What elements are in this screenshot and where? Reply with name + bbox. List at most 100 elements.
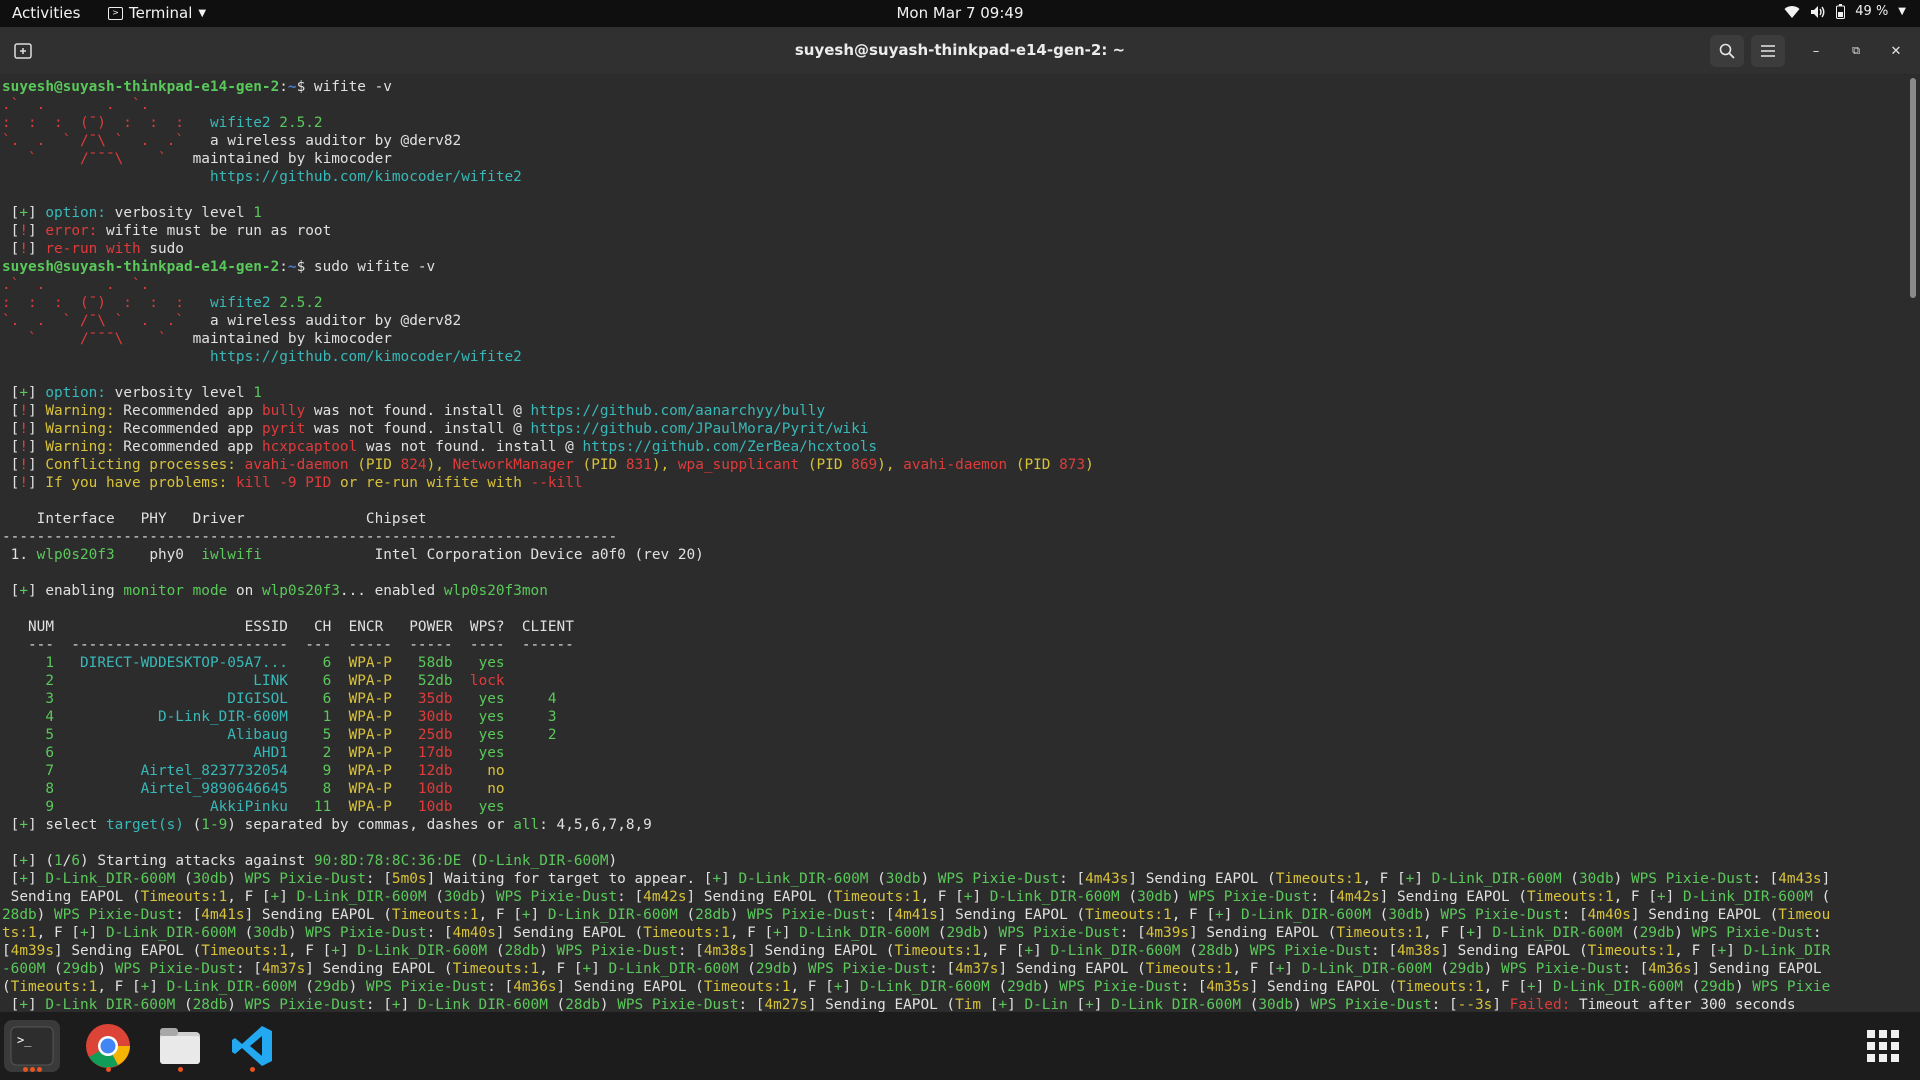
menu-button[interactable] (1751, 35, 1785, 67)
iface-name: wlp0s20f3 (36, 547, 115, 563)
target-client: 3 (521, 709, 557, 725)
hamburger-icon (1761, 45, 1775, 57)
target-client (522, 655, 557, 671)
target-wps: yes (469, 745, 505, 761)
dock-terminal[interactable]: >_ (4, 1020, 60, 1072)
iface-chipset: Intel Corporation Device a0f0 (rev 20) (374, 547, 704, 563)
target-ch: 9 (305, 763, 332, 779)
target-ch: 2 (305, 745, 332, 761)
target-encr: WPA-P (348, 709, 392, 725)
maximize-button[interactable]: ⧉ (1846, 41, 1866, 61)
targets-col-header: NUM (28, 619, 54, 635)
attack-mac: 90:8D:78:8C:36:DE (313, 853, 462, 869)
banner-name: wifite2 (209, 295, 271, 311)
search-button[interactable] (1710, 35, 1744, 67)
target-num: 7 (28, 763, 54, 779)
target-encr: WPA-P (348, 673, 392, 689)
table-row: 6 AHD1 2 WPA-P 17db yes (2, 745, 557, 761)
option-value: 1 (253, 385, 262, 401)
target-encr: WPA-P (348, 799, 392, 815)
close-icon: ✕ (1890, 43, 1902, 59)
minimize-button[interactable]: – (1806, 41, 1826, 61)
dock-chrome[interactable] (80, 1020, 136, 1072)
banner-url[interactable]: https://github.com/kimocoder/wifite2 (210, 349, 522, 365)
app-menu-label: Terminal (129, 4, 193, 22)
scrollbar-thumb[interactable] (1910, 78, 1916, 298)
prompt-path: ~ (287, 259, 297, 275)
app-menu[interactable]: > Terminal ▼ (108, 4, 206, 22)
dock-files[interactable] (152, 1020, 208, 1072)
battery-icon (1836, 4, 1846, 19)
maximize-icon: ⧉ (1852, 44, 1860, 57)
minimize-icon: – (1812, 43, 1820, 59)
target-power: 52db (409, 673, 453, 689)
select-input[interactable]: 4,5,6,7,8,9 (557, 817, 652, 833)
targets-col-header: CLIENT (521, 619, 574, 635)
close-button[interactable]: ✕ (1886, 41, 1906, 61)
warning-app: hcxpcaptool (261, 439, 358, 455)
sudo-text: sudo (149, 241, 184, 257)
target-wps: yes (469, 727, 505, 743)
terminal-output[interactable]: suyesh@suyash-thinkpad-e14-gen-2:~$ wifi… (0, 74, 1905, 1012)
target-power: 25db (409, 727, 453, 743)
target-encr: WPA-P (348, 745, 392, 761)
targets-col-header: ENCR (348, 619, 384, 635)
terminal-app-icon: >_ (10, 1026, 54, 1066)
attack-name: D-Link_DIR-600M (478, 853, 609, 869)
iface-col-header: Interface (36, 511, 115, 527)
terminal-headerbar: suyesh@suyash-thinkpad-e14-gen-2: ~ – ⧉ … (0, 27, 1920, 75)
target-num: 6 (28, 745, 54, 761)
target-essid: Alibaug (71, 727, 288, 743)
target-encr: WPA-P (348, 655, 392, 671)
show-apps-button[interactable] (1866, 1029, 1900, 1063)
target-power: 12db (409, 763, 453, 779)
activities-button[interactable]: Activities (12, 4, 80, 22)
target-encr: WPA-P (348, 691, 392, 707)
prompt-user: suyesh@suyash-thinkpad-e14-gen-2 (2, 79, 280, 95)
new-tab-button[interactable] (8, 36, 38, 66)
dock-vscode[interactable] (224, 1020, 280, 1072)
warning-url[interactable]: https://github.com/aanarchyy/bully (531, 403, 826, 419)
target-wps: yes (469, 799, 505, 815)
targets-col-header: CH (313, 619, 332, 635)
target-client: 2 (521, 727, 557, 743)
target-ch: 6 (305, 655, 332, 671)
table-row: 8 Airtel_9890646645 8 WPA-P 10db no (2, 781, 557, 797)
target-essid: AHD1 (71, 745, 288, 761)
system-tray[interactable]: 49 % ▼ (1784, 4, 1906, 19)
target-wps: lock (469, 673, 505, 689)
option-value: 1 (253, 205, 262, 221)
table-row: 2 LINK 6 WPA-P 52db lock (2, 673, 557, 689)
prompt-user: suyesh@suyash-thinkpad-e14-gen-2 (2, 259, 280, 275)
option-label: option: (45, 385, 106, 401)
error-text: wifite must be run as root (105, 223, 332, 239)
warning-url[interactable]: https://github.com/ZerBea/hcxtools (583, 439, 878, 455)
scrollbar[interactable] (1906, 74, 1920, 1012)
targets-col-header: WPS? (469, 619, 505, 635)
chevron-down-icon: ▼ (1898, 6, 1906, 17)
banner-url[interactable]: https://github.com/kimocoder/wifite2 (210, 169, 522, 185)
banner-line: maintained by kimocoder (192, 151, 392, 167)
wifi-icon (1784, 5, 1800, 18)
option-text: verbosity level (114, 385, 245, 401)
table-row: 3 DIGISOL 6 WPA-P 35db yes 4 (2, 691, 556, 707)
app-grid-icon (1867, 1030, 1899, 1062)
warning-url[interactable]: https://github.com/JPaulMora/Pyrit/wiki (531, 421, 869, 437)
monitor-iface: wlp0s20f3 (261, 583, 340, 599)
clock-label[interactable]: Mon Mar 7 09:49 (896, 4, 1023, 22)
target-num: 9 (28, 799, 54, 815)
target-client (522, 673, 557, 689)
dock: >_ (0, 1012, 1920, 1080)
command-text: wifite -v (313, 79, 392, 95)
target-ch: 6 (305, 691, 332, 707)
target-essid: DIRECT-WDDESKTOP-05A7... (71, 655, 288, 671)
iface-driver: iwlwifi (201, 547, 262, 563)
banner-line: maintained by kimocoder (192, 331, 392, 347)
terminal-icon: > (108, 6, 123, 20)
battery-percent: 49 % (1855, 4, 1889, 19)
target-ch: 1 (305, 709, 332, 725)
target-ch: 6 (305, 673, 332, 689)
target-power: 17db (409, 745, 453, 761)
target-essid: Airtel_8237732054 (71, 763, 288, 779)
target-wps: no (469, 781, 505, 797)
